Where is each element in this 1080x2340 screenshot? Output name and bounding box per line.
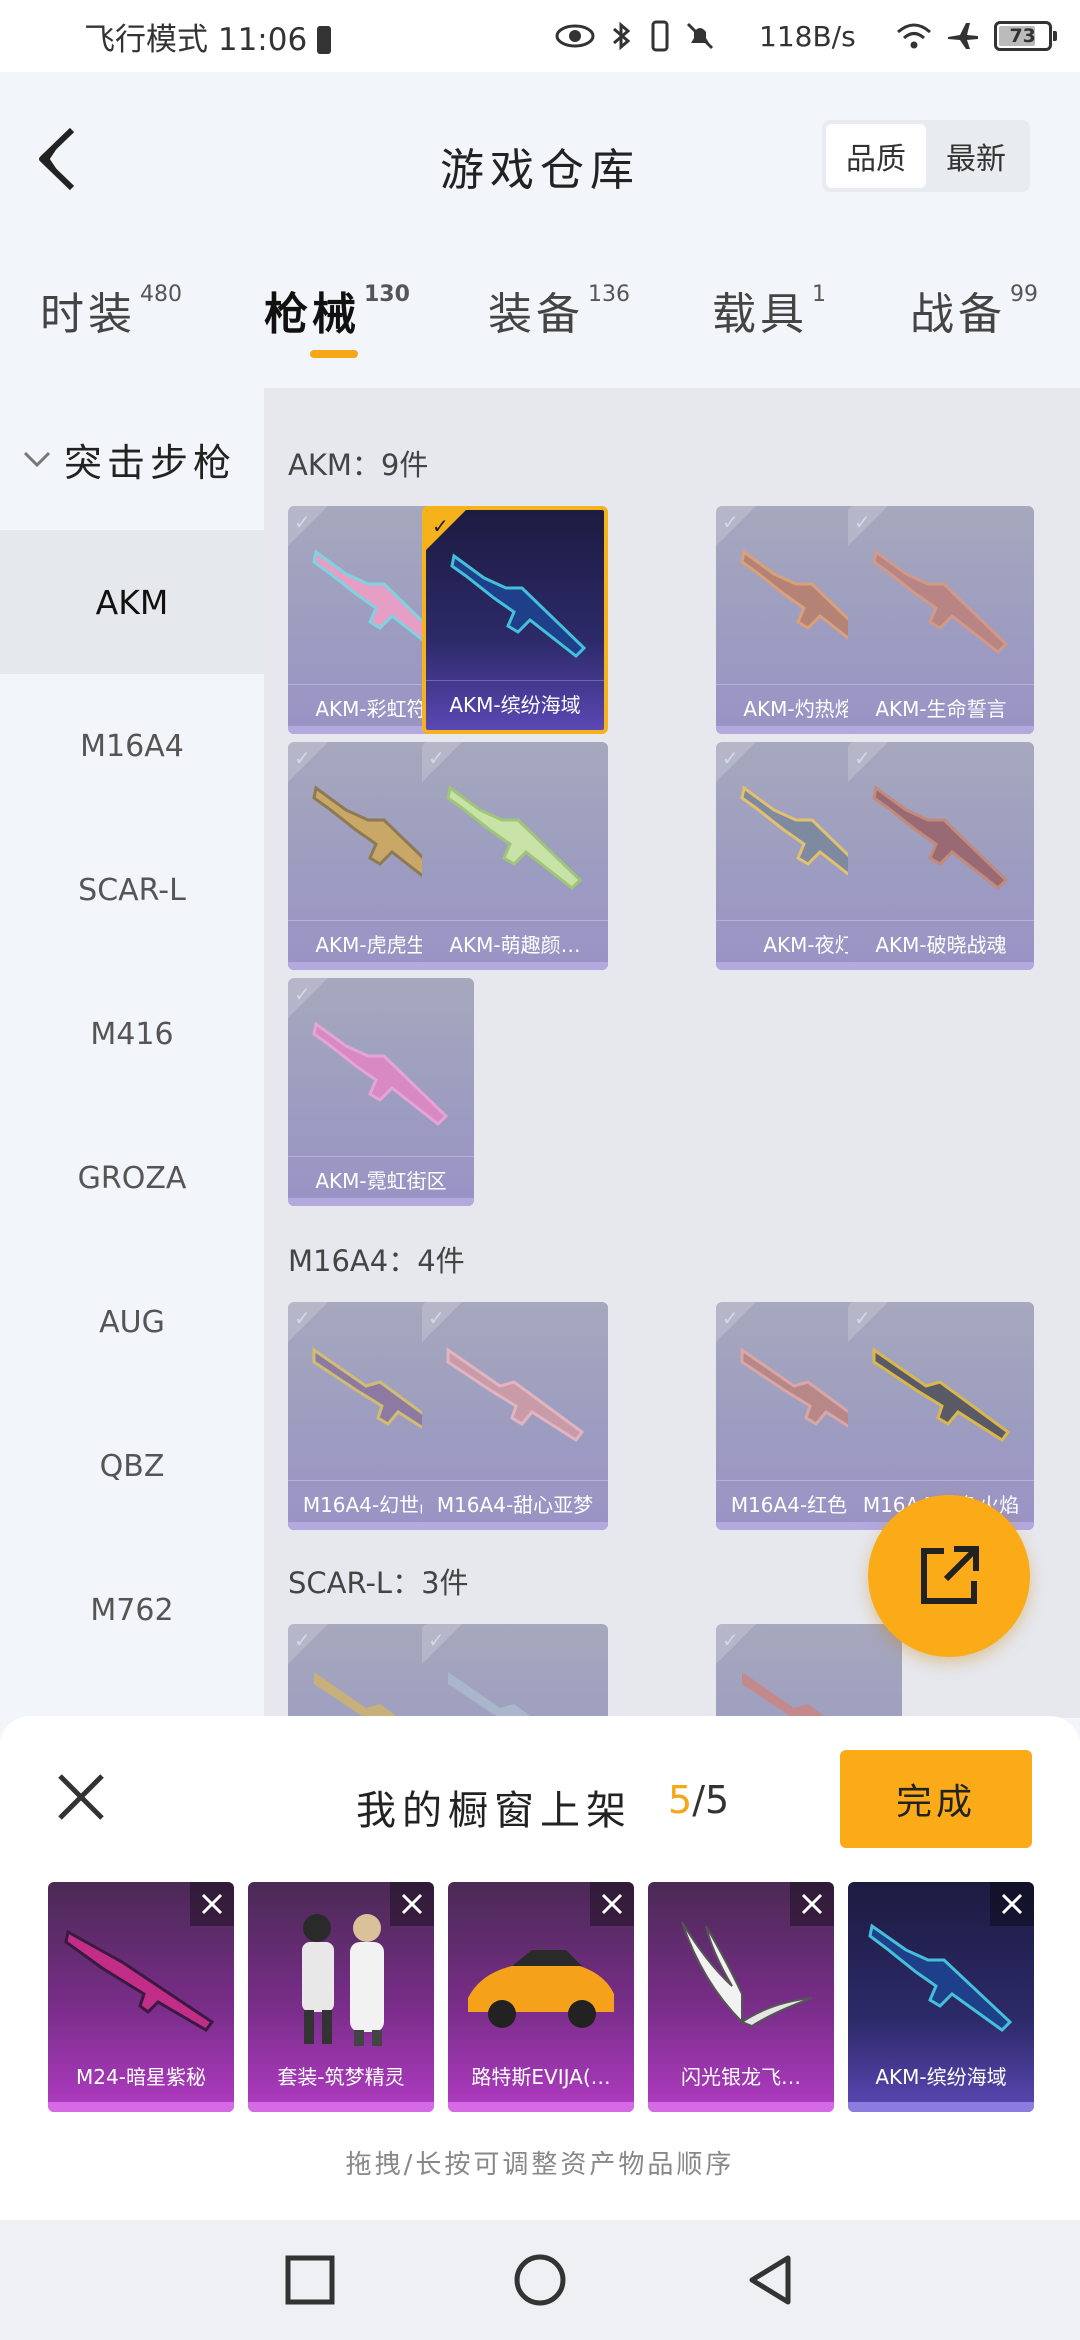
rifle-icon — [446, 785, 583, 890]
check-icon: ✓ — [432, 514, 449, 538]
weapon-card[interactable]: ✓ AKM-霓虹街区 — [288, 978, 474, 1206]
share-external-icon — [921, 1546, 979, 1604]
wifi-icon — [896, 23, 931, 49]
weapon-card[interactable]: ✓ — [422, 1624, 608, 1718]
tab-supplies[interactable]: 战备 99 — [910, 278, 1038, 342]
showcase-item[interactable]: 闪光银龙飞… — [648, 1882, 834, 2112]
rifle-icon — [312, 1021, 449, 1126]
recents-square-icon[interactable] — [280, 2250, 340, 2310]
sidebar-item-aug[interactable]: AUG — [0, 1250, 264, 1394]
showcase-panel: 我的橱窗上架 5/5 完成 M24-暗星紫秘 套装-筑梦精灵 路特斯EVIJA(… — [0, 1716, 1080, 2220]
remove-icon[interactable] — [190, 1882, 234, 1926]
sort-latest-button[interactable]: 最新 — [926, 124, 1026, 188]
check-icon: ✓ — [428, 1306, 445, 1330]
showcase-item[interactable]: AKM-缤纷海域 — [848, 1882, 1034, 2112]
system-nav-bar — [0, 2220, 1080, 2340]
check-icon: ✓ — [294, 982, 311, 1006]
weapon-card[interactable]: ✓ AKM-生命誓言 — [848, 506, 1034, 734]
weapon-card[interactable]: ✓ AKM-萌趣颜… — [422, 742, 608, 970]
rifle-icon — [446, 1347, 585, 1443]
sidebar-category-label: 突击步枪 — [64, 440, 237, 485]
tab-guns[interactable]: 枪械 130 — [264, 278, 410, 342]
check-icon: ✓ — [722, 1306, 739, 1330]
status-time: 飞行模式 11:06 — [84, 14, 332, 59]
reorder-hint: 拖拽/长按可调整资产物品顺序 — [345, 2150, 735, 2180]
sidebar-item-qbz[interactable]: QBZ — [0, 1394, 264, 1538]
showcase-item[interactable]: 路特斯EVIJA(… — [448, 1882, 634, 2112]
rifle-icon — [450, 553, 587, 658]
bluetooth-icon — [613, 21, 631, 51]
rifle-icon — [742, 1672, 828, 1718]
vibrate-icon — [651, 20, 669, 52]
showcase-item[interactable]: M24-暗星紫秘 — [48, 1882, 234, 2112]
showcase-item[interactable]: 套装-筑梦精灵 — [248, 1882, 434, 2112]
status-bar: 飞行模式 11:06 118B/s 73 — [0, 0, 1080, 72]
sidebar-item-m416[interactable]: M416 — [0, 962, 264, 1106]
remove-icon[interactable] — [590, 1882, 634, 1926]
airplane-icon — [947, 23, 978, 49]
sidebar-item-scar-l[interactable]: SCAR-L — [0, 818, 264, 962]
remove-icon[interactable] — [990, 1882, 1034, 1926]
check-icon: ✓ — [854, 510, 871, 534]
weapon-card[interactable]: ✓ AKM-破晓战魂 — [848, 742, 1034, 970]
check-icon: ✓ — [722, 746, 739, 770]
network-rate: 118B/s — [759, 19, 856, 53]
tab-equipment[interactable]: 装备 136 — [488, 278, 630, 342]
rifle-icon — [872, 785, 1009, 890]
chevron-down-icon — [23, 451, 51, 468]
weapon-card-selected[interactable]: ✓ AKM-缤纷海域 — [422, 506, 608, 734]
remove-icon[interactable] — [390, 1882, 434, 1926]
header: 游戏仓库 品质 最新 — [0, 72, 1080, 248]
rifle-icon — [448, 1672, 534, 1718]
battery-saver-icon — [317, 26, 332, 54]
check-icon: ✓ — [294, 510, 311, 534]
check-icon: ✓ — [854, 1306, 871, 1330]
showcase-title: 我的橱窗上架 — [356, 1788, 632, 1834]
battery-icon: 73 — [993, 21, 1057, 51]
sidebar-item-akm[interactable]: AKM — [0, 530, 264, 674]
check-icon: ✓ — [294, 1306, 311, 1330]
sidebar-item-m16a4[interactable]: M16A4 — [0, 674, 264, 818]
check-icon: ✓ — [722, 1628, 739, 1652]
weapon-sidebar: 突击步枪 AKM M16A4 SCAR-L M416 GROZA AUG QBZ… — [0, 388, 264, 1718]
sidebar-item-groza[interactable]: GROZA — [0, 1106, 264, 1250]
rifle-icon — [872, 549, 1009, 654]
weapon-card[interactable]: ✓ M16A4-甜心亚梦 — [422, 1302, 608, 1530]
done-button[interactable]: 完成 — [840, 1750, 1032, 1848]
remove-icon[interactable] — [790, 1882, 834, 1926]
weapon-card[interactable]: ✓ — [716, 1624, 902, 1718]
check-icon: ✓ — [428, 746, 445, 770]
status-icons: 118B/s 73 — [555, 12, 1057, 60]
check-icon: ✓ — [428, 1628, 445, 1652]
rifle-icon — [872, 1347, 1011, 1443]
section-label-scar-l: SCAR-L：3件 — [288, 1566, 469, 1600]
showcase-count: 5/5 — [668, 1778, 730, 1822]
sort-toggle: 品质 最新 — [822, 120, 1030, 192]
tab-fashion[interactable]: 时装 480 — [40, 278, 182, 342]
check-icon: ✓ — [294, 746, 311, 770]
category-tabs: 时装 480 枪械 130 装备 136 载具 1 战备 99 — [0, 278, 1080, 374]
section-label-akm: AKM：9件 — [288, 448, 429, 482]
eye-icon — [555, 24, 595, 48]
sort-quality-button[interactable]: 品质 — [826, 124, 926, 188]
section-label-m16a4: M16A4：4件 — [288, 1244, 465, 1278]
sidebar-item-m762[interactable]: M762 — [0, 1538, 264, 1682]
tab-vehicles[interactable]: 载具 1 — [712, 278, 826, 342]
back-triangle-icon[interactable] — [740, 2250, 800, 2310]
close-icon[interactable] — [54, 1770, 108, 1824]
share-fab-button[interactable] — [868, 1495, 1030, 1657]
active-tab-indicator — [310, 350, 358, 358]
check-icon: ✓ — [722, 510, 739, 534]
check-icon: ✓ — [854, 746, 871, 770]
check-icon: ✓ — [294, 1628, 311, 1652]
home-circle-icon[interactable] — [510, 2250, 570, 2310]
mute-bell-icon — [686, 22, 714, 50]
sidebar-category-header[interactable]: 突击步枪 — [0, 388, 264, 530]
